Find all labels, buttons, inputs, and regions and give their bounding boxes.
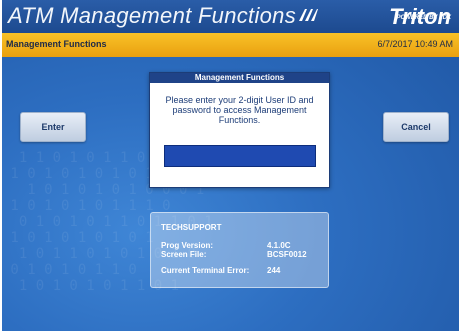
atm-screen: ATM Management Functions Triton POWERED …: [2, 0, 459, 331]
triton-logo-icon: [299, 9, 318, 21]
password-field[interactable]: [164, 145, 316, 167]
enter-button[interactable]: Enter: [20, 112, 86, 142]
dialog-title: Management Functions: [150, 73, 329, 83]
screen-file-label: Screen File:: [161, 250, 207, 259]
status-bar: Management Functions 6/7/2017 10:49 AM: [2, 33, 459, 57]
terminal-error-label: Current Terminal Error:: [161, 266, 250, 275]
login-dialog: Management Functions Please enter your 2…: [149, 72, 330, 188]
app-title: ATM Management Functions: [8, 3, 297, 28]
screen-file-value: BCSF0012: [267, 250, 307, 259]
dialog-message: Please enter your 2-digit User ID and pa…: [165, 95, 314, 125]
user-name: TECHSUPPORT: [161, 223, 222, 232]
screen-name: Management Functions: [6, 39, 107, 49]
datetime: 6/7/2017 10:49 AM: [377, 39, 453, 49]
terminal-error-value: 244: [267, 266, 281, 275]
cancel-button[interactable]: Cancel: [383, 112, 449, 142]
prog-version-label: Prog Version:: [161, 241, 214, 250]
terminal-info-panel: TECHSUPPORT Prog Version: 4.1.0C Screen …: [150, 212, 329, 288]
brand-tagline: POWERED BY TDX: [396, 15, 451, 21]
title-bar: ATM Management Functions Triton POWERED …: [2, 0, 459, 33]
prog-version-value: 4.1.0C: [267, 241, 291, 250]
